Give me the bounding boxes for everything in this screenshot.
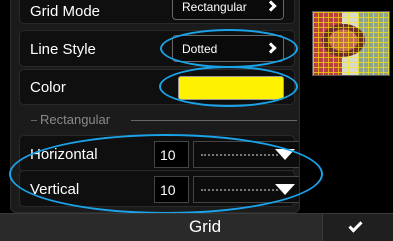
grid-overlay bbox=[313, 12, 389, 75]
section-divider bbox=[31, 120, 37, 121]
section-divider bbox=[131, 120, 297, 121]
confirm-button[interactable] bbox=[322, 214, 393, 241]
screen-title: Grid bbox=[188, 217, 222, 236]
rectangular-section-header: Rectangular bbox=[31, 113, 297, 127]
highlight-ellipse-color bbox=[159, 66, 298, 107]
color-label: Color bbox=[30, 79, 66, 96]
rectangular-section-label: Rectangular bbox=[40, 112, 111, 127]
chevron-right-icon bbox=[265, 0, 277, 12]
grid-mode-value: Rectangular bbox=[182, 0, 247, 14]
highlight-ellipse-line-style bbox=[160, 29, 298, 68]
bottom-bar: Grid bbox=[0, 213, 393, 241]
grid-mode-label: Grid Mode bbox=[30, 3, 101, 20]
camera-preview-thumbnail[interactable] bbox=[312, 11, 390, 76]
highlight-ellipse-spacing bbox=[9, 134, 323, 214]
line-style-label: Line Style bbox=[30, 41, 96, 58]
checkmark-icon bbox=[348, 218, 363, 233]
grid-mode-row[interactable]: Grid Mode Rectangular bbox=[19, 0, 295, 24]
grid-mode-select[interactable]: Rectangular bbox=[172, 0, 284, 20]
